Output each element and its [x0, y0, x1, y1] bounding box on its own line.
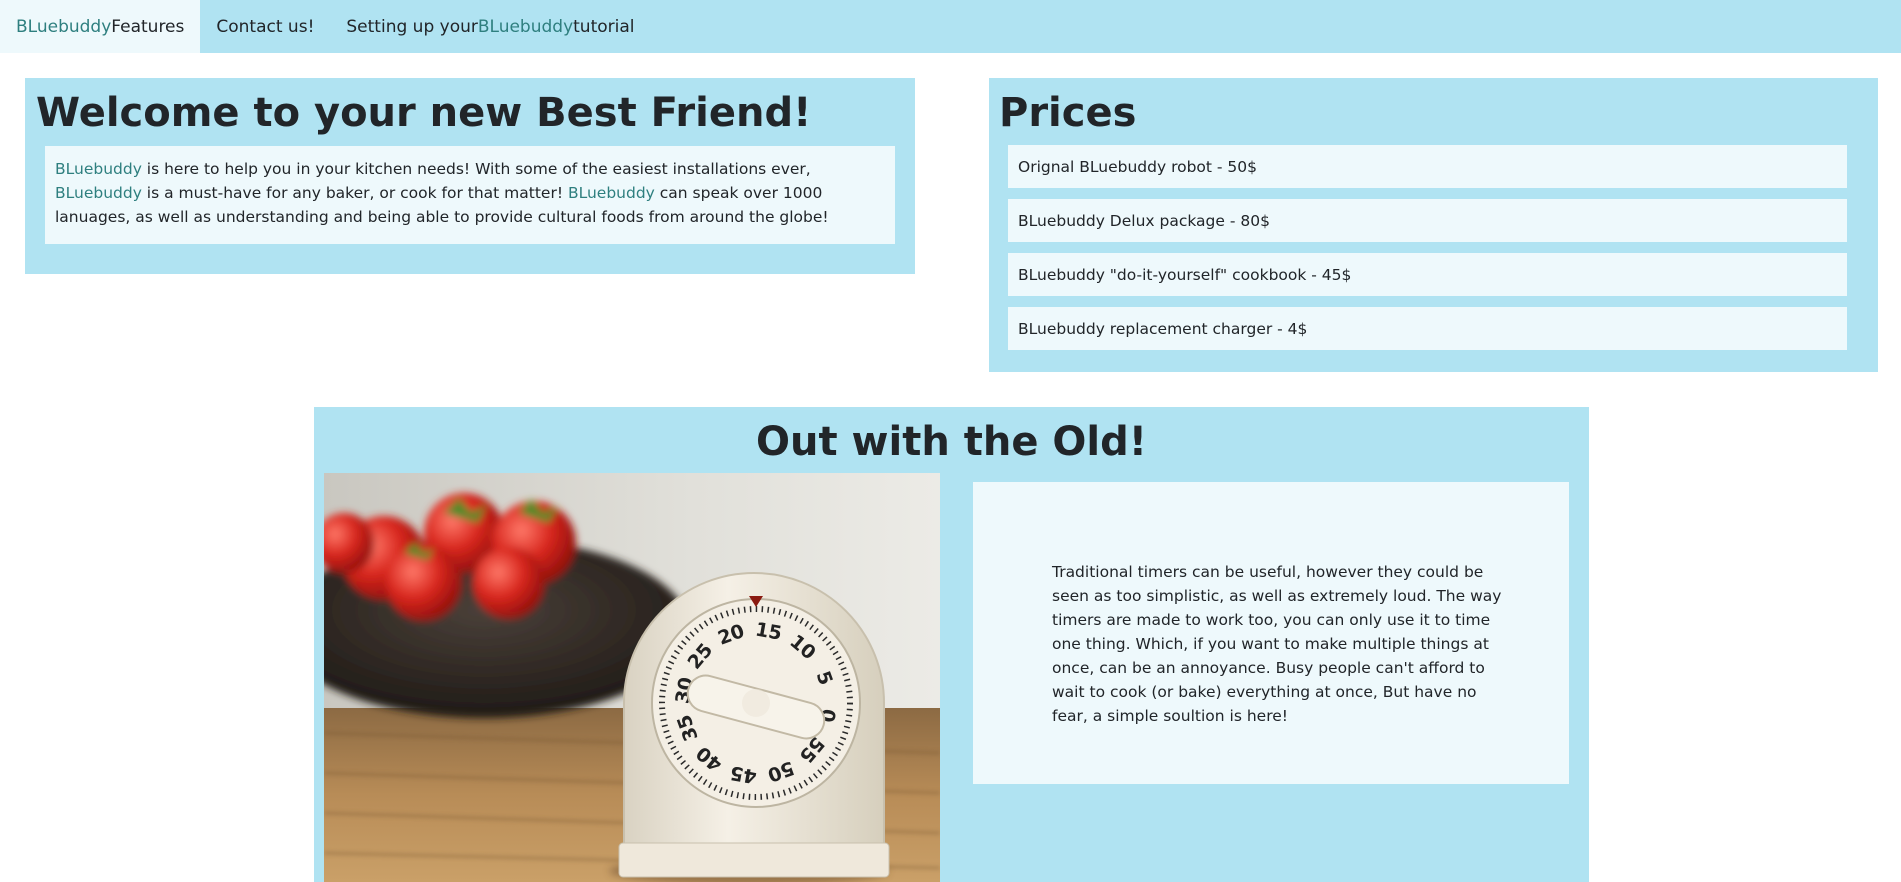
prices-section: Prices Orignal BLuebuddy robot - 50$ BLu… [989, 78, 1878, 372]
old-section: Out with the Old! 15 10 5 0 55 50 45 40 … [314, 407, 1589, 882]
timer-dial-number: 45 [728, 761, 758, 787]
brand-text: BLuebuddy [55, 160, 142, 178]
nav-item-tutorial-suffix: tutorial [573, 16, 635, 37]
welcome-text-part: is here to help you in your kitchen need… [141, 160, 811, 178]
old-paragraph: Traditional timers can be useful, howeve… [1052, 563, 1502, 725]
nav-item-contact[interactable]: Contact us! [200, 0, 330, 53]
nav-item-features[interactable]: BLuebuddy Features [0, 0, 201, 53]
nav-brand-text: BLuebuddy [477, 16, 574, 37]
old-title: Out with the Old! [756, 419, 1147, 465]
nav-brand-text: BLuebuddy [16, 16, 112, 37]
old-text-box: Traditional timers can be useful, howeve… [973, 482, 1569, 784]
nav-item-features-label: Features [111, 16, 185, 37]
brand-text: BLuebuddy [567, 184, 655, 202]
price-item: BLuebuddy Delux package - 80$ [1008, 199, 1847, 242]
welcome-title: Welcome to your new Best Friend! [36, 90, 812, 136]
prices-title: Prices [999, 90, 1137, 136]
kitchen-timer-photo: 15 10 5 0 55 50 45 40 35 30 25 20 [324, 473, 940, 882]
top-nav: BLuebuddy Features Contact us! Setting u… [0, 0, 1901, 53]
nav-item-tutorial-prefix: Setting up your [346, 16, 478, 37]
nav-item-contact-label: Contact us! [216, 16, 315, 37]
welcome-paragraph: BLuebuddy is here to help you in your ki… [45, 146, 895, 244]
price-item: BLuebuddy replacement charger - 4$ [1008, 307, 1847, 350]
price-item: BLuebuddy "do-it-yourself" cookbook - 45… [1008, 253, 1847, 296]
timer-dial-number: 15 [754, 618, 784, 644]
welcome-text-part: is a must-have for any baker, or cook fo… [141, 184, 568, 202]
price-item: Orignal BLuebuddy robot - 50$ [1008, 145, 1847, 188]
nav-item-tutorial[interactable]: Setting up your BLuebuddy tutorial [330, 0, 650, 53]
brand-text: BLuebuddy [55, 184, 142, 202]
welcome-section: Welcome to your new Best Friend! BLuebud… [25, 78, 915, 274]
